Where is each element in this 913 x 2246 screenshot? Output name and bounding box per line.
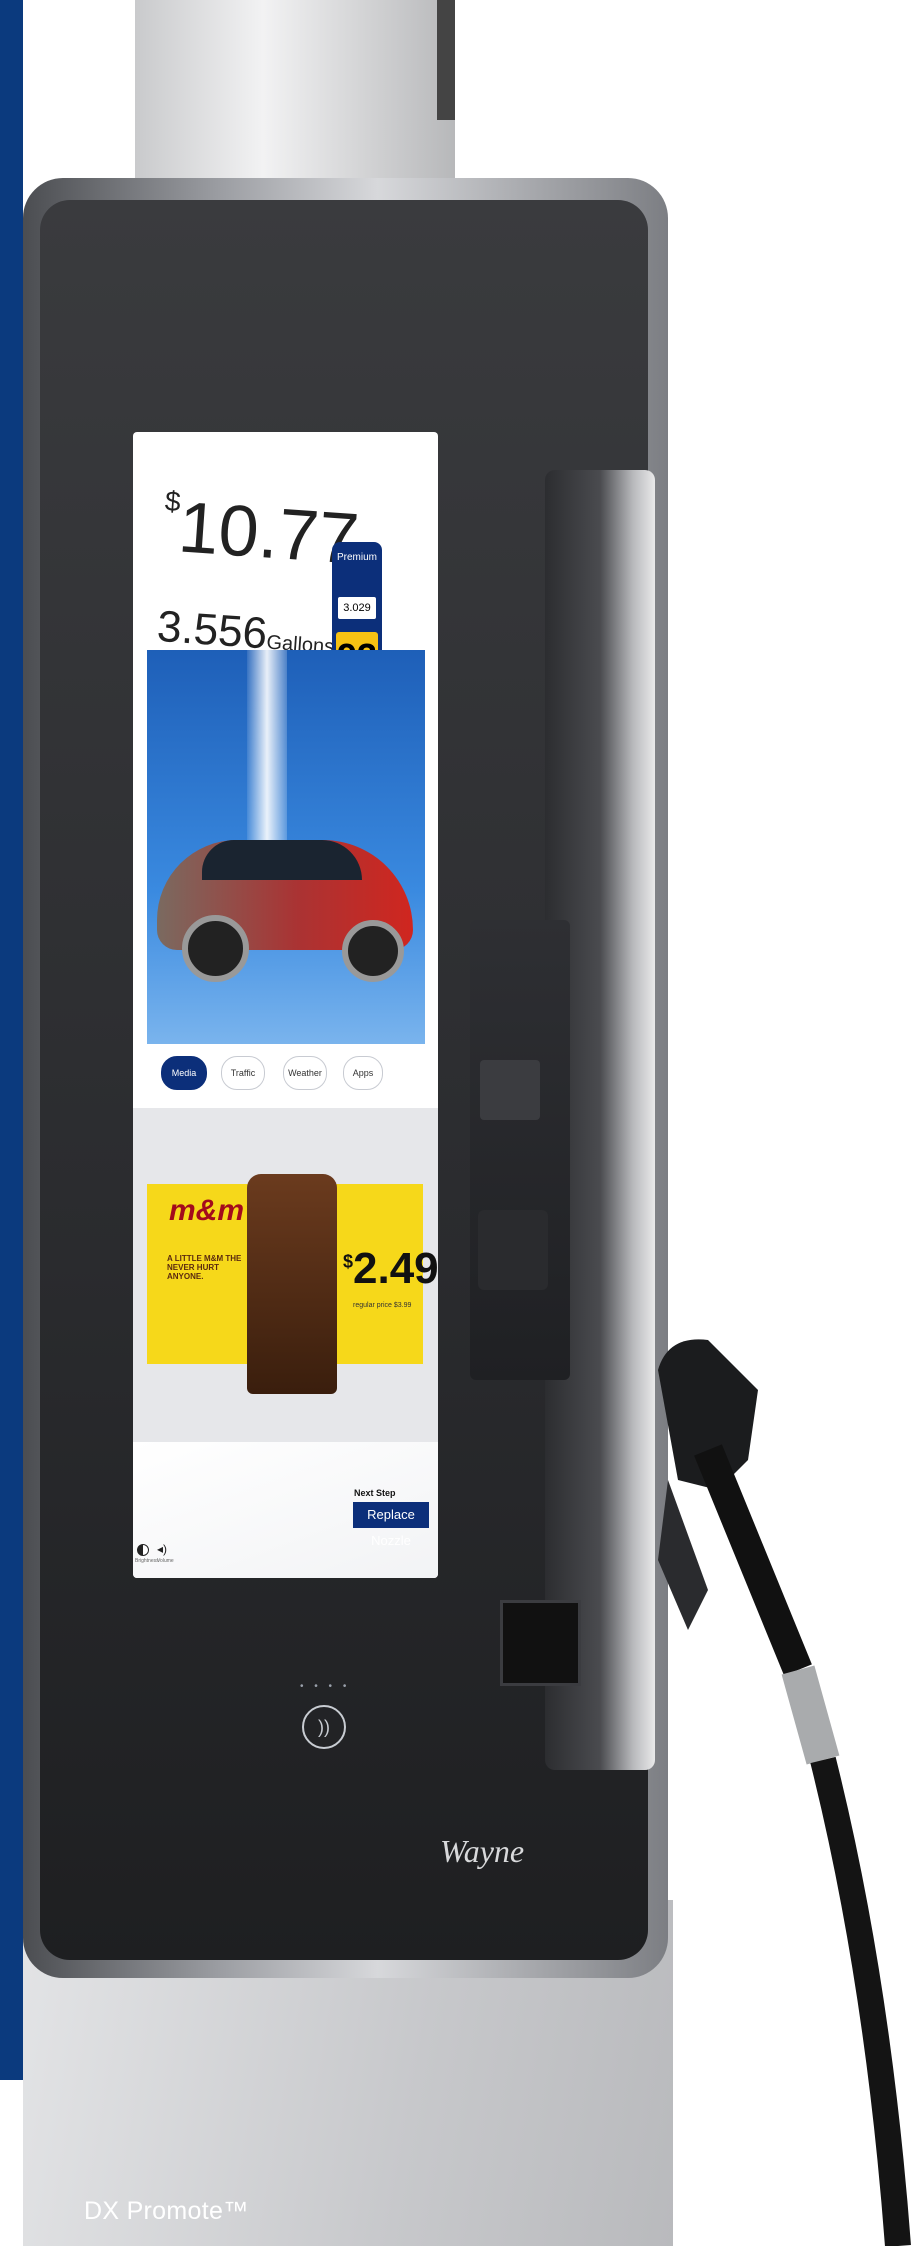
nozzle-spout-upper <box>694 1444 812 1676</box>
carwash-ad[interactable] <box>147 650 425 1052</box>
candy-bag-image <box>247 1174 337 1394</box>
card-slot[interactable] <box>480 1060 540 1120</box>
candy-price-value: 2.49 <box>353 1244 438 1293</box>
tab-traffic[interactable]: Traffic <box>221 1056 265 1090</box>
contactless-payment-icon[interactable]: )) <box>302 1705 346 1749</box>
brightness-icon[interactable] <box>137 1544 149 1556</box>
car-wheel <box>342 920 404 982</box>
fuel-nozzle[interactable] <box>648 1330 913 2246</box>
candy-regular-price: regular price $3.99 <box>353 1302 412 1309</box>
nozzle-trigger <box>658 1480 708 1630</box>
candy-promo-ad[interactable]: m&m's A LITTLE M&M THE NEVER HURT ANYONE… <box>133 1108 438 1442</box>
volume-label: Volume <box>157 1558 174 1564</box>
grade-name: Premium <box>336 552 377 563</box>
pin-keypad[interactable] <box>478 1210 548 1290</box>
candy-promo-price: $2.49 <box>343 1244 438 1294</box>
tab-apps[interactable]: Apps <box>343 1056 383 1090</box>
car-wheel <box>182 915 249 982</box>
media-tab-bar: Media Traffic Weather Apps <box>133 1044 438 1108</box>
tab-weather[interactable]: Weather <box>283 1056 327 1090</box>
screen-bottom-bar: Brightness ◂) Volume Next Step Replace N… <box>133 1442 438 1578</box>
pump-touchscreen: $10.77 3.556Gallons Premium 3.029 93 Med… <box>133 432 438 1578</box>
fuel-hose <box>810 1756 911 2246</box>
brightness-label: Brightness <box>135 1558 159 1564</box>
hose-pole <box>437 0 455 120</box>
replace-nozzle-button[interactable]: Replace Nozzle <box>353 1502 429 1548</box>
product-caption: DX Promote™ <box>84 2197 249 2225</box>
receipt-slot <box>500 1600 581 1686</box>
volume-icon[interactable]: ◂) <box>157 1542 167 1556</box>
car-window <box>202 840 362 880</box>
nozzle-collar <box>781 1665 840 1765</box>
next-step-label: Next Step <box>354 1488 396 1498</box>
brand-side-band <box>0 0 23 2080</box>
tab-media[interactable]: Media <box>161 1056 207 1090</box>
contactless-indicator-dots: • • • • <box>300 1681 351 1692</box>
card-reader-panel <box>470 920 570 1380</box>
grade-price: 3.029 <box>338 597 376 619</box>
candy-price-currency: $ <box>343 1251 354 1272</box>
candy-ad-banner: m&m's A LITTLE M&M THE NEVER HURT ANYONE… <box>147 1174 438 1394</box>
candy-tagline: A LITTLE M&M THE NEVER HURT ANYONE. <box>167 1254 242 1281</box>
brand-plate: Wayne <box>440 1833 525 1869</box>
